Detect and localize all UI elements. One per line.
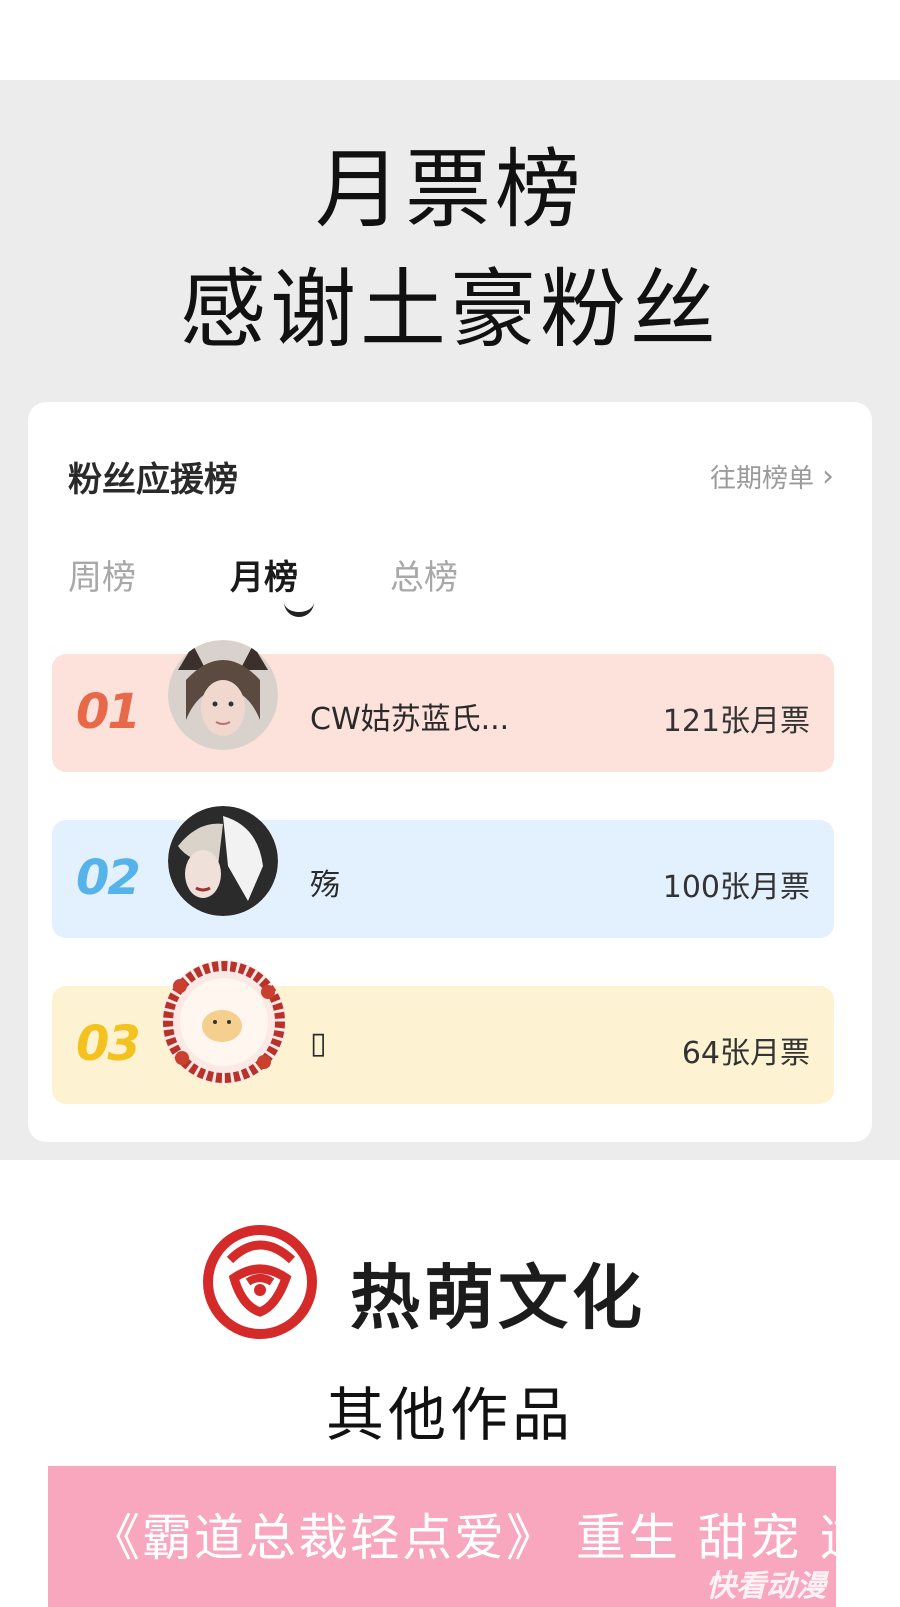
avatar bbox=[168, 640, 278, 750]
tab-total[interactable]: 总榜 bbox=[390, 550, 458, 599]
rank-number: 01 bbox=[76, 684, 141, 740]
history-ranking-link[interactable]: 往期榜单 › bbox=[710, 458, 834, 495]
history-link-label: 往期榜单 bbox=[709, 464, 814, 494]
fan-name: ▯ bbox=[310, 1026, 327, 1061]
brand-logo: 热萌文化 bbox=[200, 1220, 700, 1340]
headline-monthly-ticket: 月票榜 bbox=[315, 140, 585, 240]
top-white-margin bbox=[0, 0, 900, 80]
ranking-row[interactable]: 02 殇 100张月票 bbox=[52, 806, 834, 938]
card-title: 粉丝应援榜 bbox=[68, 460, 238, 500]
tab-monthly[interactable]: 月榜 bbox=[230, 550, 298, 599]
rose-logo-icon bbox=[203, 1225, 317, 1339]
avatar bbox=[160, 958, 288, 1086]
fan-name: CW姑苏蓝氏... bbox=[310, 702, 510, 737]
other-works-title: 其他作品 bbox=[325, 1381, 574, 1449]
rank-number: 02 bbox=[76, 850, 141, 906]
headline-thanks-fans: 感谢土豪粉丝 bbox=[180, 260, 720, 360]
rank-number: 03 bbox=[76, 1016, 141, 1072]
tab-weekly[interactable]: 周榜 bbox=[68, 550, 136, 599]
fan-name: 殇 bbox=[310, 868, 340, 903]
ranking-row[interactable]: 01 CW姑苏蓝氏... 121张月票 bbox=[52, 640, 834, 772]
watermark: 快看动漫 bbox=[706, 1569, 826, 1604]
brand-name: 热萌文化 bbox=[350, 1257, 646, 1339]
fan-support-card: 粉丝应援榜 往期榜单 › 周榜 月榜 总榜 01 CW姑苏蓝氏... 121张月… bbox=[28, 402, 872, 1142]
chevron-right-icon: › bbox=[822, 459, 834, 494]
vote-count: 121张月票 bbox=[662, 704, 810, 739]
banner-title: 《霸道总裁轻点爱》 重生 甜宠 逆袭 bbox=[90, 1509, 900, 1567]
avatar bbox=[168, 806, 278, 916]
active-tab-indicator bbox=[284, 600, 314, 617]
other-work-banner[interactable]: 《霸道总裁轻点爱》 重生 甜宠 逆袭 快看动漫 bbox=[48, 1466, 900, 1607]
vote-count: 100张月票 bbox=[662, 870, 810, 905]
vote-count: 64张月票 bbox=[681, 1036, 810, 1071]
ranking-row[interactable]: 03 ▯ 64张月票 bbox=[52, 960, 834, 1104]
